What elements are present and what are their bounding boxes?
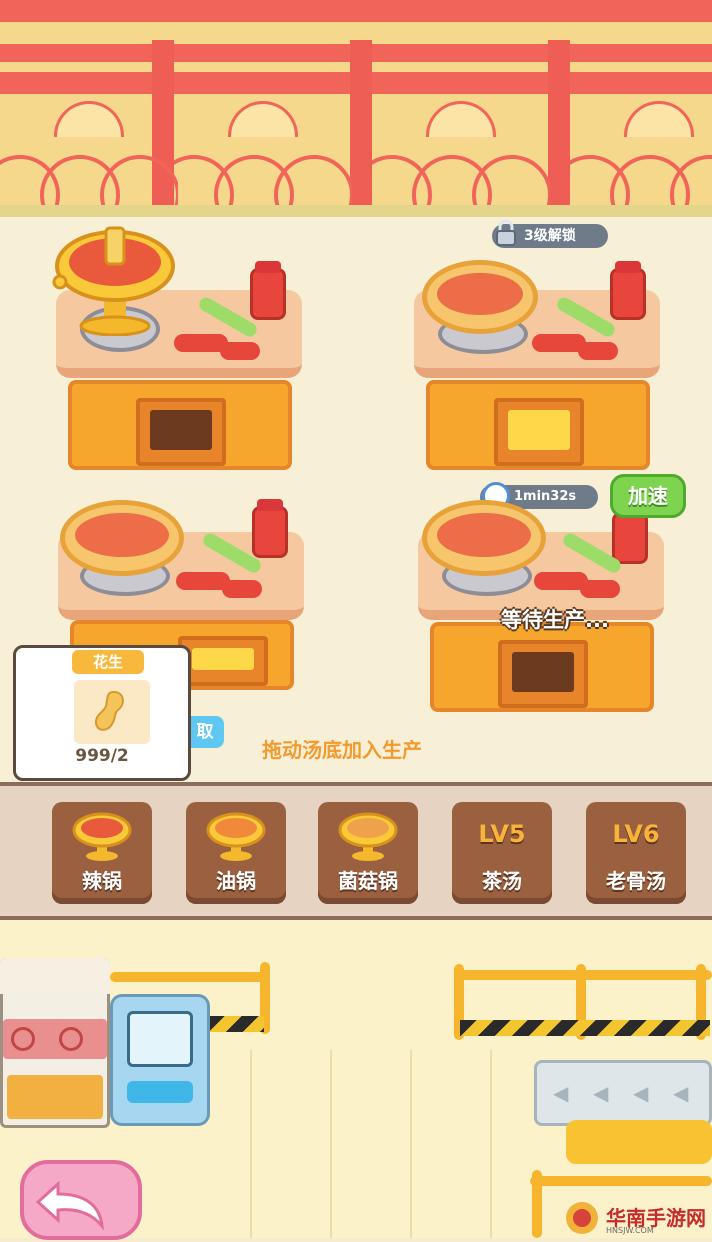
peanut-icon: [94, 690, 128, 734]
back-button[interactable]: [20, 1160, 142, 1240]
watermark-subtext: HNSJW.COM: [606, 1226, 654, 1235]
left-arrow-icon: ◀: [673, 1081, 689, 1105]
kitchen-stove[interactable]: [0, 958, 110, 1128]
hazard-stripe: [208, 1016, 264, 1032]
oil-pot-icon: [206, 812, 266, 861]
soup-slot-label: 菌菇锅: [338, 869, 398, 893]
hotpot-icon: [422, 260, 538, 334]
mushroom-pot-icon: [338, 812, 398, 861]
chili-jar-icon: [612, 505, 648, 564]
soup-slot-oil[interactable]: 油锅: [186, 802, 286, 904]
chili-pepper-icon: [580, 580, 620, 598]
chili-pepper-icon: [220, 342, 260, 360]
hotpot-icon: [422, 500, 546, 576]
kiosk-screen: [127, 1011, 193, 1067]
station-firebox: [136, 398, 226, 466]
slot-level-requirement: LV5: [478, 820, 526, 848]
left-arrow-icon: ◀: [553, 1081, 569, 1105]
gold-hotpot-icon[interactable]: [52, 224, 178, 337]
soup-slot-label: 油锅: [216, 869, 256, 893]
slot-level-requirement: LV6: [612, 820, 660, 848]
drag-hint: 拖动汤底加入生产: [262, 738, 422, 762]
fan-decoration: [54, 101, 124, 137]
fan-decoration: [228, 101, 298, 137]
left-arrow-icon: ◀: [593, 1081, 609, 1105]
barrier-rail: [530, 1176, 712, 1186]
collect-tab[interactable]: 取: [186, 716, 224, 748]
wall-beam-top: [0, 0, 712, 22]
floor-plank: [410, 1050, 412, 1238]
left-arrow-icon: ◀: [633, 1081, 649, 1105]
floor-plank: [490, 1050, 492, 1238]
serving-counter: [566, 1120, 712, 1164]
undo-arrow-icon: [35, 1180, 104, 1231]
tooltip-title: 花生: [72, 650, 144, 674]
soup-slot-bone[interactable]: LV6 老骨汤: [586, 802, 686, 904]
fan-wave-panel: [372, 95, 550, 207]
hazard-stripe: [460, 1020, 710, 1036]
fan-decoration: [426, 101, 496, 137]
lock-icon: [494, 219, 518, 246]
fan-wave-panel: [570, 95, 712, 207]
chili-pepper-icon: [578, 342, 618, 360]
barrier-post: [532, 1170, 542, 1238]
soup-slot-label: 老骨汤: [606, 869, 666, 893]
chili-jar-icon: [250, 261, 286, 320]
tooltip-count: 999/2: [75, 746, 129, 766]
soup-slot-label: 辣锅: [82, 869, 122, 893]
fan-wave-panel: [174, 95, 352, 207]
soup-slot-mushroom[interactable]: 菌菇锅: [318, 802, 418, 904]
chili-pepper-icon: [222, 580, 262, 598]
fan-wave-panel: [0, 95, 178, 207]
fan-decoration: [624, 101, 694, 137]
soup-slot-tea[interactable]: LV5 茶汤: [452, 802, 552, 904]
spicy-pot-icon: [72, 812, 132, 861]
soup-slot-spicy[interactable]: 辣锅: [52, 802, 152, 904]
waiting-status: 等待生产...: [501, 608, 609, 632]
station-firebox: [494, 398, 584, 466]
wall-pillar: [350, 40, 372, 210]
wall-trim: [0, 205, 712, 217]
wall-pillar: [548, 40, 570, 210]
station-firebox: [498, 640, 588, 708]
cooking-station-2[interactable]: [414, 260, 660, 475]
chili-jar-icon: [252, 499, 288, 558]
chili-jar-icon: [610, 261, 646, 320]
barrier-rail: [110, 972, 270, 982]
station-firebox: [178, 636, 268, 686]
speed-up-button[interactable]: 加速: [610, 474, 686, 518]
conveyor-belt: ◀ ◀ ◀ ◀: [534, 1060, 712, 1126]
hotpot-icon: [60, 500, 184, 576]
floor-plank: [330, 1050, 332, 1238]
soup-slot-label: 茶汤: [482, 869, 522, 893]
floor-plank: [250, 1050, 252, 1238]
order-kiosk[interactable]: [110, 994, 210, 1126]
